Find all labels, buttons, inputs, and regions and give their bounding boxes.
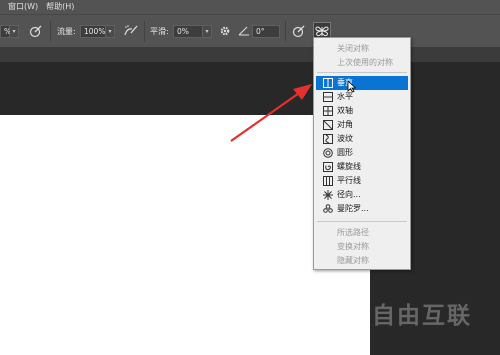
menu-item-circle[interactable]: 圆形	[314, 146, 410, 160]
menu-item-dual-axis[interactable]: 双轴	[314, 104, 410, 118]
vertical-icon	[323, 78, 333, 88]
annotation-arrow	[230, 84, 312, 142]
menu-item-radial[interactable]: 径向...	[314, 188, 410, 202]
horizontal-icon	[323, 92, 333, 102]
menu-divider	[317, 221, 407, 222]
circle-icon	[323, 148, 333, 158]
dual-axis-icon	[323, 106, 333, 116]
radial-icon	[323, 190, 333, 200]
menu-item-off-symmetry[interactable]: 关闭对称	[314, 42, 410, 56]
photoshop-window: 窗口(W) 帮助(H) % ▾ 流量: 100% ▾ 平滑: 0% ▾ 0° 自…	[0, 0, 500, 355]
menu-item-last-used-symmetry[interactable]: 上次使用的对称	[314, 56, 410, 70]
menu-item-diagonal[interactable]: 对角	[314, 118, 410, 132]
wavy-icon	[323, 134, 333, 144]
menu-divider	[317, 72, 407, 73]
menu-item-wavy[interactable]: 波纹	[314, 132, 410, 146]
menu-item-transform-symmetry[interactable]: 变换对称	[314, 240, 410, 254]
spiral-icon	[323, 162, 333, 172]
menu-item-horizontal[interactable]: 水平	[314, 90, 410, 104]
symmetry-menu: 关闭对称 上次使用的对称 垂直 水平 双轴 对角 波纹 圆形 螺旋线 平行线 径…	[313, 37, 411, 270]
menu-item-selected-path[interactable]: 所选路径	[314, 226, 410, 240]
menu-item-spiral[interactable]: 螺旋线	[314, 160, 410, 174]
mandala-icon	[323, 204, 333, 213]
diagonal-icon	[323, 120, 333, 130]
menu-item-vertical[interactable]: 垂直	[316, 76, 408, 93]
parallel-lines-icon	[323, 176, 333, 186]
menu-item-hide-symmetry[interactable]: 隐藏对称	[314, 254, 410, 268]
menu-item-mandala[interactable]: 曼陀罗...	[314, 202, 410, 216]
menu-item-parallel-lines[interactable]: 平行线	[314, 174, 410, 188]
